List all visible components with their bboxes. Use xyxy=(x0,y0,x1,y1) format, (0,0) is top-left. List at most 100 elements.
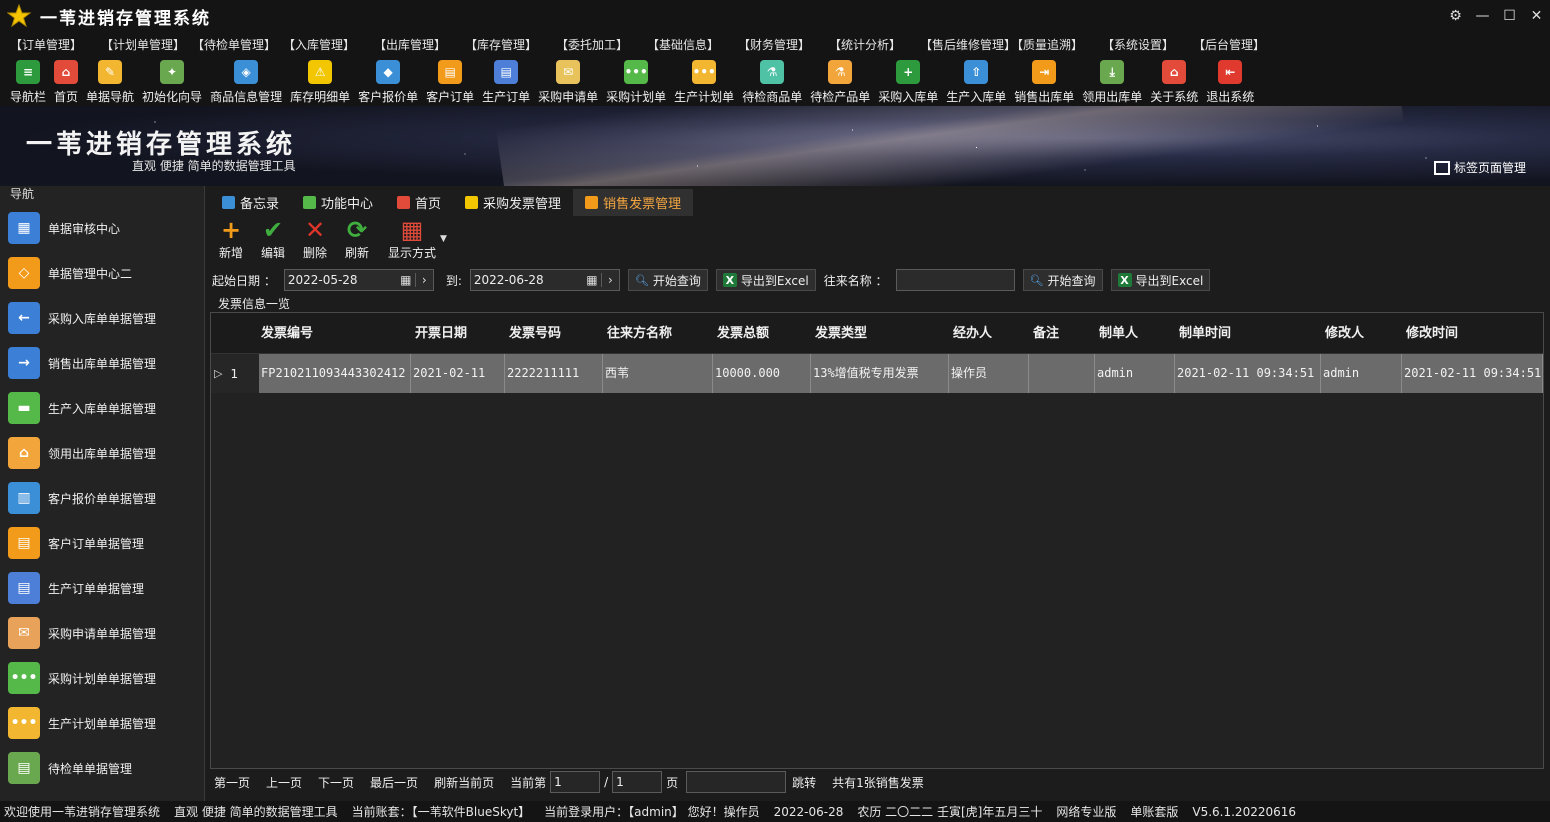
tab-0[interactable]: 备忘录 xyxy=(210,189,291,216)
query-button-2[interactable]: 🔍︎ 开始查询 xyxy=(1022,269,1103,291)
sidebar-item-8[interactable]: ▤ 生产订单单据管理 xyxy=(8,568,198,608)
toolbar-item-11[interactable]: ••• 生产计划单 xyxy=(670,56,738,105)
table-cell[interactable]: admin xyxy=(1095,354,1175,393)
tab-manager-button[interactable]: 标签页面管理 xyxy=(1433,159,1526,176)
menu-statistics[interactable]: 【统计分析】 xyxy=(829,36,920,53)
sidebar-item-12[interactable]: ▤ 待检单单据管理 xyxy=(8,748,198,788)
toolbar-item-12[interactable]: ⚗ 待检商品单 xyxy=(738,56,806,105)
last-page-link[interactable]: 最后一页 xyxy=(370,774,418,791)
toolbar-item-19[interactable]: ⇤ 退出系统 xyxy=(1202,56,1258,105)
tab-3[interactable]: 采购发票管理 xyxy=(453,189,573,216)
column-header[interactable]: 发票总额 xyxy=(717,313,769,354)
next-page-link[interactable]: 下一页 xyxy=(318,774,354,791)
sidebar-item-1[interactable]: ◇ 单据管理中心二 xyxy=(8,253,198,293)
column-header[interactable]: 经办人 xyxy=(953,313,992,354)
menu-outsourcing[interactable]: 【委托加工】 xyxy=(556,36,647,53)
table-cell[interactable]: admin xyxy=(1321,354,1402,393)
toolbar-item-6[interactable]: ◆ 客户报价单 xyxy=(354,56,422,105)
table-cell[interactable]: 2021-02-11 09:34:51 xyxy=(1175,354,1321,393)
prev-page-link[interactable]: 上一页 xyxy=(266,774,302,791)
toolbar-item-3[interactable]: ✦ 初始化向导 xyxy=(138,56,206,105)
table-cell[interactable]: 操作员 xyxy=(949,354,1029,393)
dropdown-arrow-icon[interactable]: ▼ xyxy=(440,234,447,244)
column-header[interactable]: 制单人 xyxy=(1099,313,1138,354)
maximize-button[interactable]: ☐ xyxy=(1496,2,1523,30)
calendar-icon[interactable]: ▦ xyxy=(583,273,601,287)
toolbar-item-4[interactable]: ◈ 商品信息管理 xyxy=(206,56,286,105)
menu-finance[interactable]: 【财务管理】 xyxy=(738,36,829,53)
menu-backend[interactable]: 【后台管理】 xyxy=(1193,36,1284,53)
column-header[interactable]: 发票类型 xyxy=(815,313,867,354)
toolbar-item-10[interactable]: ••• 采购计划单 xyxy=(602,56,670,105)
table-cell[interactable]: 2021-02-11 xyxy=(411,354,505,393)
column-header[interactable]: 备注 xyxy=(1033,313,1059,354)
menu-quality-trace[interactable]: 【质量追溯】 xyxy=(1011,36,1102,53)
column-header[interactable]: 制单时间 xyxy=(1179,313,1231,354)
table-cell[interactable] xyxy=(1029,354,1095,393)
table-cell[interactable]: 2222211111 xyxy=(505,354,603,393)
tab-2[interactable]: 首页 xyxy=(385,189,453,216)
sidebar-item-4[interactable]: ▬ 生产入库单单据管理 xyxy=(8,388,198,428)
current-page-input[interactable]: 1 xyxy=(550,771,601,793)
column-header[interactable]: 发票号码 xyxy=(509,313,561,354)
action-refresh-button[interactable]: ⟳ 刷新 xyxy=(336,216,378,261)
export-excel-button-2[interactable]: X 导出到Excel xyxy=(1110,269,1211,291)
table-cell[interactable]: 13%增值税专用发票 xyxy=(811,354,949,393)
start-date-picker[interactable]: 2022-05-28 ▦ › xyxy=(283,269,434,291)
table-cell[interactable]: FP210211093443302412 xyxy=(259,354,411,393)
menu-basic-info[interactable]: 【基础信息】 xyxy=(647,36,738,53)
sidebar-item-6[interactable]: ▥ 客户报价单单据管理 xyxy=(8,478,198,518)
sidebar-item-2[interactable]: ← 采购入库单单据管理 xyxy=(8,298,198,338)
end-date-picker[interactable]: 2022-06-28 ▦ › xyxy=(469,269,620,291)
toolbar-item-13[interactable]: ⚗ 待检产品单 xyxy=(806,56,874,105)
table-cell[interactable]: 西苇 xyxy=(603,354,713,393)
toolbar-item-17[interactable]: ⤓ 领用出库单 xyxy=(1078,56,1146,105)
menu-plan[interactable]: 【计划单管理】 xyxy=(101,36,192,53)
query-button[interactable]: 🔍︎ 开始查询 xyxy=(627,269,708,291)
sidebar-item-0[interactable]: ▦ 单据审核中心 xyxy=(8,208,198,248)
column-header[interactable]: 修改人 xyxy=(1325,313,1364,354)
menu-outbound[interactable]: 【出库管理】 xyxy=(374,36,465,53)
column-header[interactable]: 开票日期 xyxy=(415,313,467,354)
action-check-button[interactable]: ✔ 编辑 xyxy=(252,216,294,261)
tab-4[interactable]: 销售发票管理 xyxy=(573,189,694,216)
export-excel-button[interactable]: X 导出到Excel xyxy=(715,269,816,291)
action-add-button[interactable]: + 新增 xyxy=(210,216,252,261)
menu-inspection[interactable]: 【待检单管理】 xyxy=(192,36,283,53)
tab-1[interactable]: 功能中心 xyxy=(291,189,385,216)
table-row[interactable]: ▷ 1 FP210211093443302412 2021-02-11 22222111… xyxy=(211,354,1543,393)
column-header[interactable]: 往来方名称 xyxy=(607,313,672,354)
menu-order[interactable]: 【订单管理】 xyxy=(10,36,101,53)
toolbar-item-7[interactable]: ▤ 客户订单 xyxy=(422,56,478,105)
menu-inbound[interactable]: 【入库管理】 xyxy=(283,36,374,53)
chevron-right-icon[interactable]: › xyxy=(414,273,433,287)
jump-page-input[interactable] xyxy=(686,771,787,793)
toolbar-item-0[interactable]: ≡ 导航栏 xyxy=(6,56,50,105)
menu-inventory[interactable]: 【库存管理】 xyxy=(465,36,556,53)
sidebar-item-3[interactable]: → 销售出库单单据管理 xyxy=(8,343,198,383)
first-page-link[interactable]: 第一页 xyxy=(214,774,250,791)
menu-system-settings[interactable]: 【系统设置】 xyxy=(1102,36,1193,53)
toolbar-item-2[interactable]: ✎ 单据导航 xyxy=(82,56,138,105)
toolbar-item-15[interactable]: ⇧ 生产入库单 xyxy=(942,56,1010,105)
toolbar-item-9[interactable]: ✉ 采购申请单 xyxy=(534,56,602,105)
action-delete-button[interactable]: ✕ 删除 xyxy=(294,216,336,261)
toolbar-item-1[interactable]: ⌂ 首页 xyxy=(50,56,82,105)
table-cell[interactable]: 2021-02-11 09:34:51 xyxy=(1402,354,1543,393)
minimize-button[interactable]: — xyxy=(1469,2,1496,30)
table-cell[interactable]: 10000.000 xyxy=(713,354,811,393)
toolbar-item-8[interactable]: ▤ 生产订单 xyxy=(478,56,534,105)
toolbar-item-14[interactable]: + 采购入库单 xyxy=(874,56,942,105)
column-header[interactable]: 修改时间 xyxy=(1406,313,1458,354)
partner-name-input[interactable] xyxy=(895,269,1015,291)
sidebar-item-10[interactable]: ••• 采购计划单单据管理 xyxy=(8,658,198,698)
calendar-icon[interactable]: ▦ xyxy=(397,273,415,287)
jump-button[interactable]: 跳转 xyxy=(792,774,816,791)
settings-icon[interactable]: ⚙ xyxy=(1442,2,1469,30)
sidebar-item-9[interactable]: ✉ 采购申请单单据管理 xyxy=(8,613,198,653)
sidebar-item-7[interactable]: ▤ 客户订单单据管理 xyxy=(8,523,198,563)
refresh-page-link[interactable]: 刷新当前页 xyxy=(434,774,494,791)
toolbar-item-5[interactable]: ⚠ 库存明细单 xyxy=(286,56,354,105)
sidebar-item-5[interactable]: ⌂ 领用出库单单据管理 xyxy=(8,433,198,473)
action-grid-view-button[interactable]: ▦ 显示方式 xyxy=(384,216,440,261)
